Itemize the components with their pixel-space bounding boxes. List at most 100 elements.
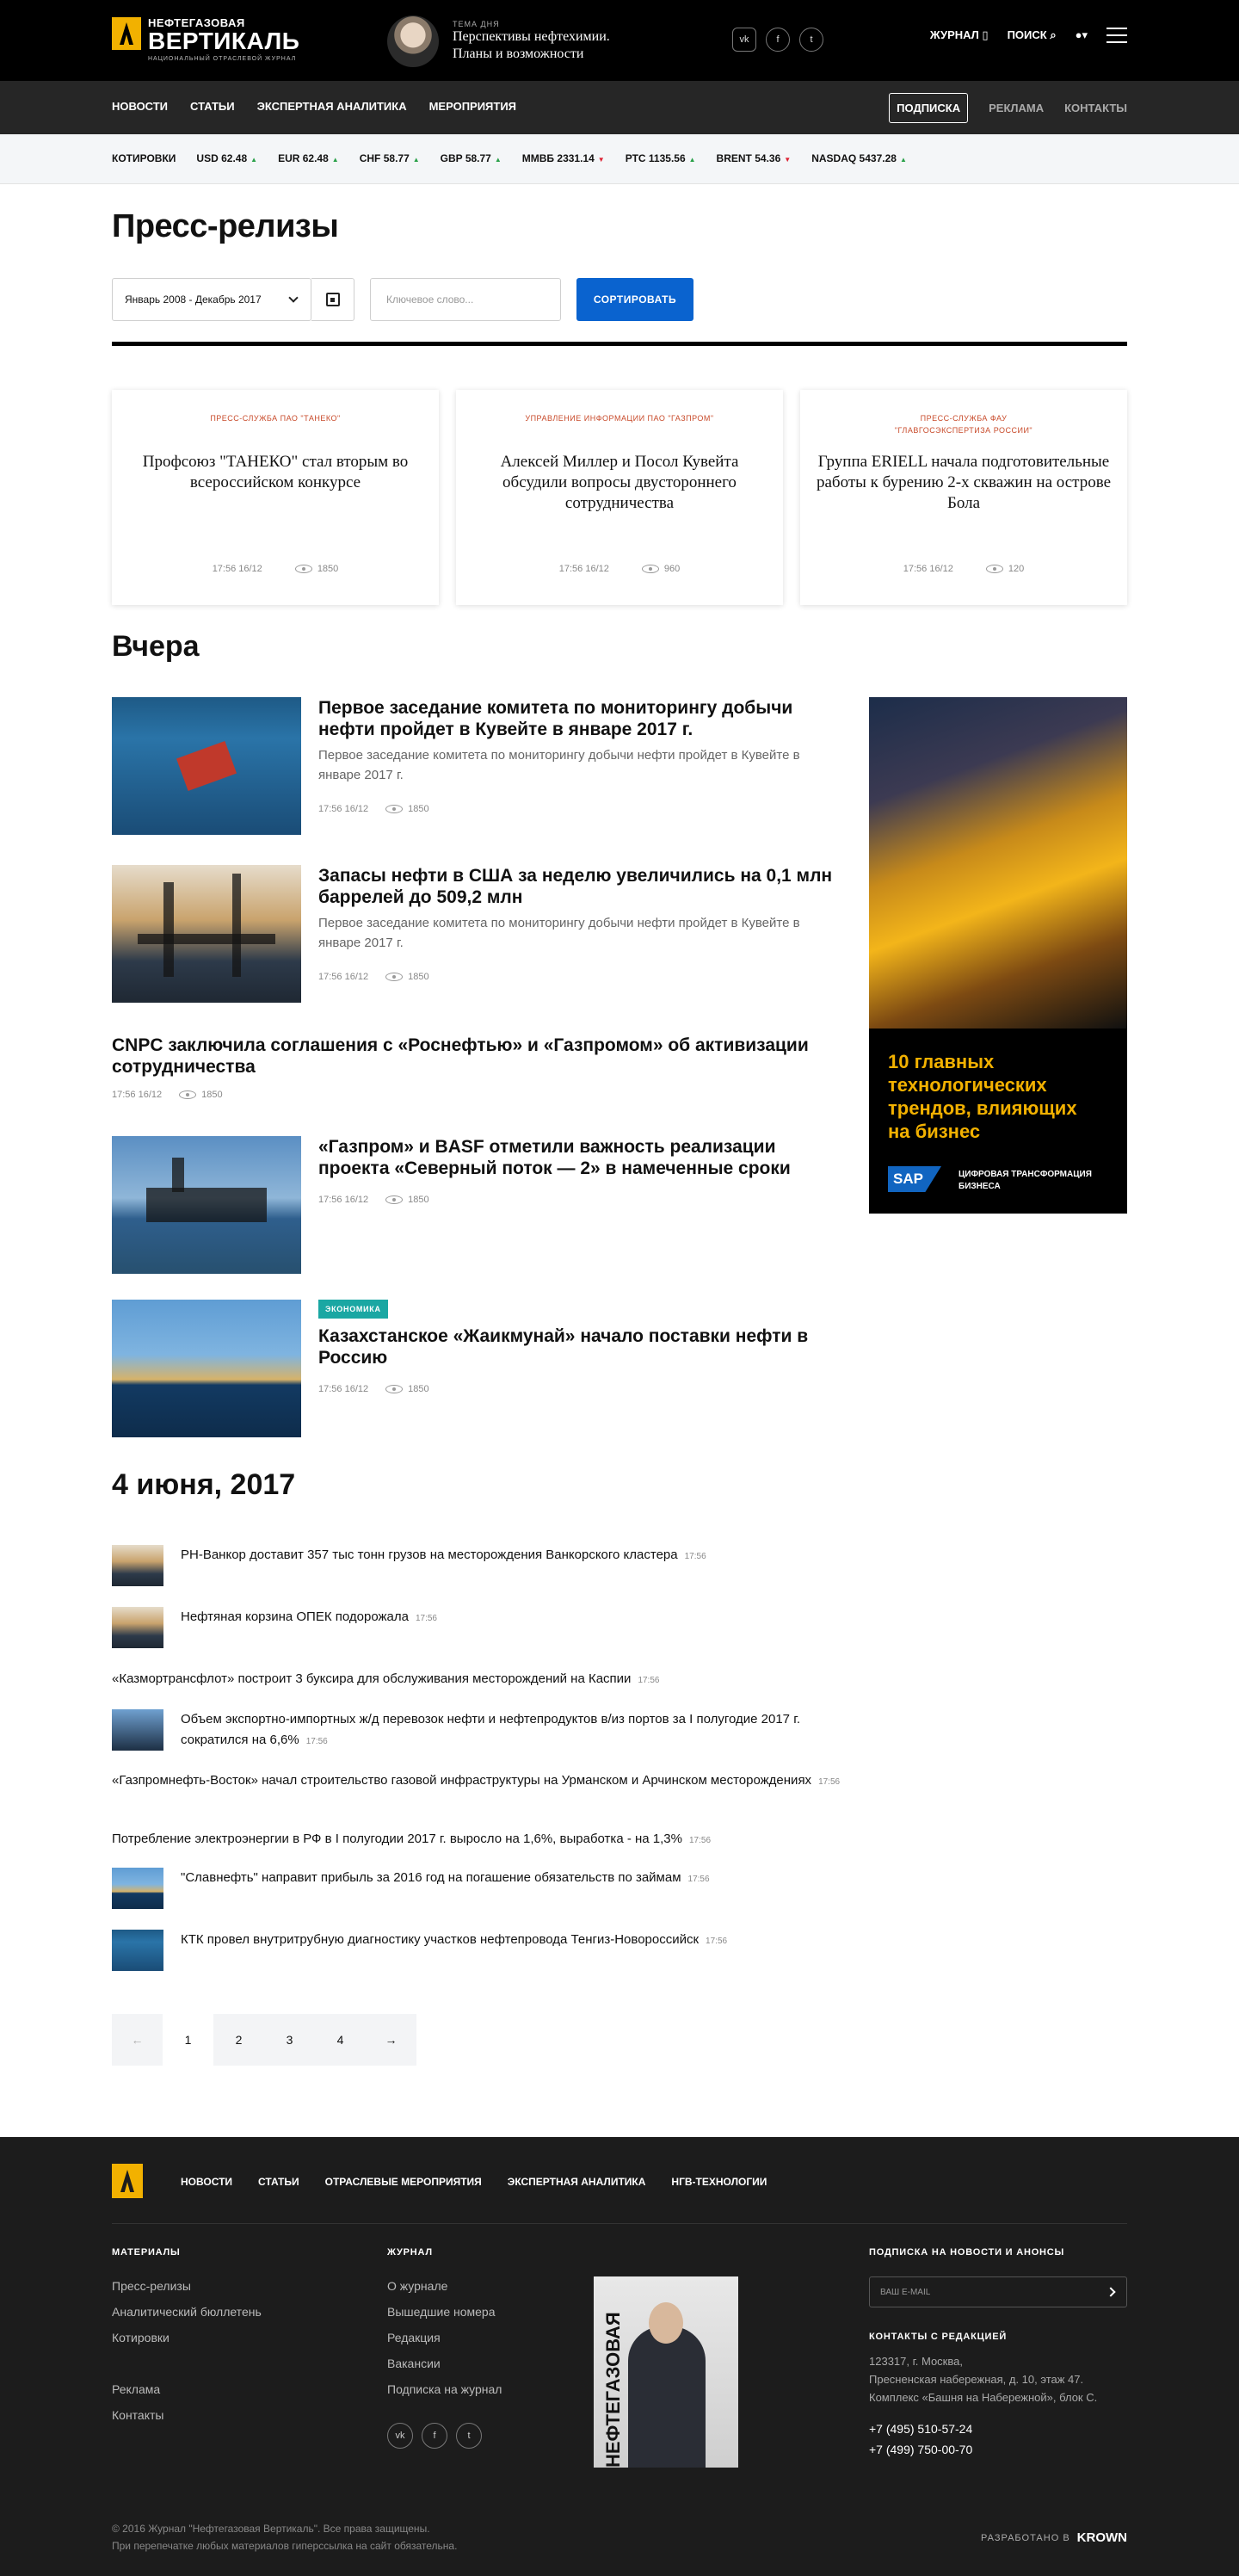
search-label: ПОИСК (1007, 28, 1047, 41)
footer-link[interactable]: Пресс-релизы (112, 2273, 262, 2299)
phone[interactable]: +7 (499) 750-00-70 (869, 2439, 1097, 2460)
eye-icon (385, 1385, 404, 1394)
footer-link[interactable]: Котировки (112, 2325, 262, 2351)
list-item[interactable]: «Газпромнефть-Восток» начал строительств… (112, 1770, 848, 1812)
footer-divider (112, 2223, 1127, 2224)
list-item[interactable]: Нефтяная корзина ОПЕК подорожала 17:56 (112, 1607, 848, 1648)
list-item[interactable]: «Казмортрансфлот» построит 3 буксира для… (112, 1669, 848, 1690)
vk-icon[interactable]: vk (387, 2423, 413, 2449)
article-time: 17:56 16/12 (318, 1195, 369, 1205)
eye-icon (294, 565, 312, 574)
facebook-icon[interactable]: f (422, 2423, 447, 2449)
featured-card[interactable]: УПРАВЛЕНИЕ ИНФОРМАЦИИ ПАО "ГАЗПРОМ" Алек… (456, 390, 783, 605)
page-2[interactable]: 2 (213, 2014, 264, 2066)
period-select[interactable]: Январь 2008 - Декабрь 2017 (112, 278, 311, 321)
next-page-button[interactable]: → (366, 2014, 416, 2066)
menu-icon[interactable] (1106, 28, 1127, 43)
search-icon: ⌕ (1050, 28, 1057, 41)
footer-link[interactable]: Вакансии (387, 2351, 502, 2376)
site-logo[interactable]: НЕФТЕГАЗОВАЯ ВЕРТИКАЛЬ НАЦИОНАЛЬНЫЙ ОТРА… (112, 17, 299, 64)
logo-line3: НАЦИОНАЛЬНЫЙ ОТРАСЛЕВОЙ ЖУРНАЛ (148, 56, 297, 62)
featured-card[interactable]: ПРЕСС-СЛУЖБА ФАУ "ГЛАВГОСЭКСПЕРТИЗА РОССИ… (800, 390, 1127, 605)
ad-image (869, 697, 1127, 1029)
vk-icon[interactable]: vk (732, 28, 756, 52)
eye-icon (385, 805, 404, 814)
footer-link[interactable]: О журнале (387, 2273, 502, 2299)
facebook-icon[interactable]: f (766, 28, 790, 52)
calendar-button[interactable] (311, 278, 354, 321)
article-title: «Газпром» и BASF отметили важность реали… (318, 1137, 791, 1178)
article[interactable]: Запасы нефти в США за неделю увеличились… (112, 865, 848, 1003)
email-input[interactable]: ВАШ E-MAIL (869, 2276, 1127, 2307)
card-source: ПРЕСС-СЛУЖБА ПАО "ТАНЕКО" (210, 414, 341, 423)
article-image (112, 865, 301, 1003)
ad-headline: 10 главных технологических трендов, влияющ… (888, 1051, 1077, 1142)
developer-credit[interactable]: РАЗРАБОТАНО В KROWN (981, 2530, 1127, 2545)
period-value: Январь 2008 - Декабрь 2017 (125, 293, 262, 306)
list-item[interactable]: КТК провел внутритрубную диагностику уча… (112, 1930, 848, 1971)
article-image (112, 1300, 301, 1437)
nav-contacts-label: КОНТАКТЫ (1064, 102, 1127, 114)
article-views: 1850 (385, 1384, 429, 1394)
nav-contacts[interactable]: КОНТАКТЫ (1064, 102, 1127, 114)
list-item[interactable]: Объем экспортно-импортных ж/д перевозок … (112, 1709, 848, 1751)
nav-analytics[interactable]: ЭКСПЕРТНАЯ АНАЛИТИКА (257, 100, 407, 113)
keyword-input[interactable]: Ключевое слово... (370, 278, 561, 321)
nav-ads-label: РЕКЛАМА (989, 102, 1045, 114)
list-item-time: 17:56 (305, 1737, 328, 1746)
featured-card[interactable]: ПРЕСС-СЛУЖБА ПАО "ТАНЕКО" Профсоюз "ТАНЕ… (112, 390, 439, 605)
category-badge[interactable]: ЭКОНОМИКА (318, 1300, 388, 1319)
page-4[interactable]: 4 (315, 2014, 366, 2066)
page-title: Пресс-релизы (112, 208, 339, 244)
twitter-icon[interactable]: t (799, 28, 823, 52)
subscribe-button[interactable]: ПОДПИСКА (889, 93, 969, 123)
theme-of-day[interactable]: ТЕМА ДНЯ Перспективы нефтехимии. Планы и… (387, 15, 610, 67)
journal-link[interactable]: ЖУРНАЛ ▯ (930, 28, 989, 42)
footer-materials-heading: МАТЕРИАЛЫ (112, 2247, 181, 2258)
phone[interactable]: +7 (495) 510-57-24 (869, 2418, 1097, 2439)
footer-nav-analytics[interactable]: ЭКСПЕРТНАЯ АНАЛИТИКА (508, 2176, 646, 2188)
footer-nav-articles[interactable]: СТАТЬИ (258, 2176, 299, 2188)
card-views: 960 (641, 564, 680, 574)
footer-nav-events[interactable]: ОТРАСЛЕВЫЕ МЕРОПРИЯТИЯ (325, 2176, 482, 2188)
journal-cover[interactable]: НЕФТЕГАЗОВАЯ ВЕРТИКАЛЬ (594, 2276, 738, 2468)
list-item[interactable]: "Славнефть" направит прибыль за 2016 год… (112, 1868, 848, 1909)
article-text-only[interactable]: CNPC заключила соглашения с «Роснефтью» … (112, 1035, 848, 1112)
prev-page-button[interactable]: ← (112, 2014, 163, 2066)
sort-button[interactable]: СОРТИРОВАТЬ (576, 278, 693, 321)
chevron-right-icon (1106, 2287, 1116, 2297)
article[interactable]: Первое заседание комитета по мониторингу… (112, 697, 848, 835)
footer-link[interactable]: Вышедшие номера (387, 2299, 502, 2325)
nav-events[interactable]: МЕРОПРИЯТИЯ (429, 100, 516, 113)
nav-articles[interactable]: СТАТЬИ (190, 100, 235, 113)
filters: Январь 2008 - Декабрь 2017 Ключевое слов… (112, 278, 693, 321)
quotes-label: КОТИРОВКИ (112, 152, 176, 164)
footer-logo-icon[interactable] (112, 2164, 143, 2198)
footer-nav-news[interactable]: НОВОСТИ (181, 2176, 232, 2188)
card-title: Алексей Миллер и Посол Кувейта обсудили … (500, 453, 739, 512)
footer-link[interactable]: Подписка на журнал (387, 2376, 502, 2402)
list-item[interactable]: РН-Ванкор доставит 357 тыс тонн грузов н… (112, 1545, 848, 1586)
twitter-icon[interactable]: t (456, 2423, 482, 2449)
card-source: ПРЕСС-СЛУЖБА ФАУ "ГЛАВГОСЭКСПЕРТИЗА РОССИ… (894, 414, 1033, 435)
user-icon[interactable]: ●▾ (1076, 28, 1088, 42)
quote-gbp: GBP 58.77 ▲ (440, 152, 502, 164)
page-1[interactable]: 1 (163, 2014, 213, 2066)
footer-link[interactable]: Реклама (112, 2376, 262, 2402)
footer-link[interactable]: Контакты (112, 2402, 262, 2428)
footer-link[interactable]: Редакция (387, 2325, 502, 2351)
article[interactable]: ЭКОНОМИКА Казахстанское «Жаикмунай» нача… (112, 1300, 848, 1437)
footer-link[interactable]: Аналитический бюллетень (112, 2299, 262, 2325)
nav-ads[interactable]: РЕКЛАМА (989, 102, 1044, 114)
list-item[interactable]: Потребление электроэнергии в РФ в I полу… (112, 1829, 848, 1850)
search-link[interactable]: ПОИСК ⌕ (1008, 28, 1057, 42)
sidebar-ad[interactable]: 10 главных технологических трендов, влияющ… (869, 697, 1127, 1214)
article[interactable]: «Газпром» и BASF отметили важность реали… (112, 1136, 848, 1274)
top-bar: НЕФТЕГАЗОВАЯ ВЕРТИКАЛЬ НАЦИОНАЛЬНЫЙ ОТРА… (0, 0, 1239, 81)
page-3[interactable]: 3 (264, 2014, 315, 2066)
theme-avatar (387, 15, 439, 67)
list-thumb (112, 1868, 163, 1909)
copyright: © 2016 Журнал "Нефтегазовая Вертикаль". … (112, 2523, 458, 2552)
nav-news[interactable]: НОВОСТИ (112, 100, 168, 113)
footer-nav-tech[interactable]: НГВ-ТЕХНОЛОГИИ (671, 2176, 767, 2188)
